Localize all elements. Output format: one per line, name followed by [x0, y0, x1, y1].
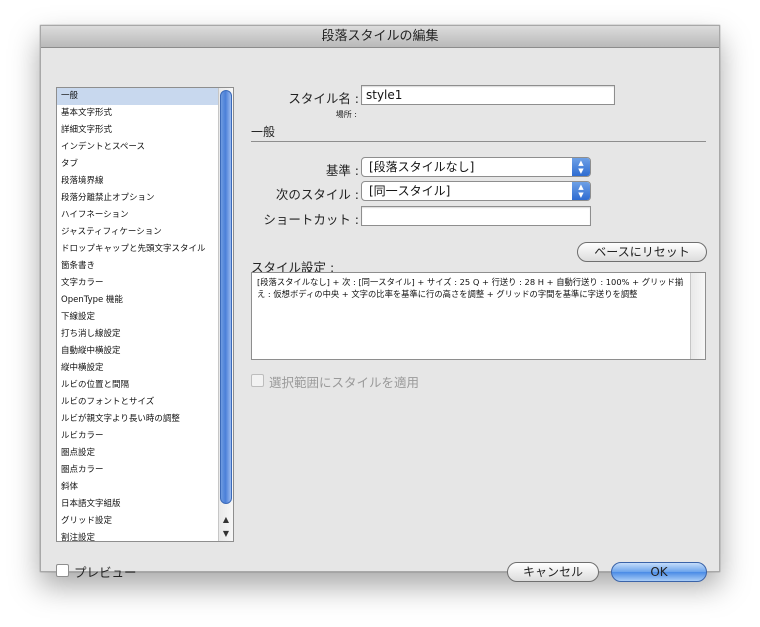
based-on-value: [段落スタイルなし]: [369, 160, 475, 174]
based-on-label: 基準 :: [325, 163, 359, 178]
sidebar-item[interactable]: タブ: [57, 156, 220, 173]
sidebar-item[interactable]: 箇条書き: [57, 258, 220, 275]
ok-button[interactable]: OK: [611, 562, 707, 582]
settings-scrollbar[interactable]: [690, 273, 705, 359]
location-label: 場所 :: [335, 110, 357, 119]
shortcut-input[interactable]: [361, 206, 591, 226]
edit-paragraph-style-dialog: 段落スタイルの編集 一般 基本文字形式 詳細文字形式 インデントとスペース タブ 段落境界…: [40, 25, 720, 582]
sidebar-item[interactable]: ルビが親文字より長い時の調整: [57, 411, 220, 428]
sidebar-item[interactable]: ジャスティフィケーション: [57, 224, 220, 241]
sidebar-item[interactable]: 一般: [57, 88, 220, 105]
preview-checkbox[interactable]: [56, 564, 69, 577]
sidebar-item[interactable]: 打ち消し線設定: [57, 326, 220, 343]
style-settings-box: [段落スタイルなし] + 次 : [同一スタイル] + サイズ : 25 Q +…: [251, 272, 706, 360]
based-on-select[interactable]: [段落スタイルなし] ▲ ▼: [361, 157, 591, 177]
sidebar-item[interactable]: 圏点設定: [57, 445, 220, 462]
sidebar-item[interactable]: 文字カラー: [57, 275, 220, 292]
category-scrollbar[interactable]: ▲ ▼: [218, 88, 233, 541]
sidebar-item[interactable]: 段落境界線: [57, 173, 220, 190]
shortcut-label: ショートカット :: [263, 212, 359, 227]
sidebar-item[interactable]: 縦中横設定: [57, 360, 220, 377]
dialog-content: 一般 基本文字形式 詳細文字形式 インデントとスペース タブ 段落境界線 段落分離禁止オプシ…: [41, 48, 719, 582]
sidebar-item[interactable]: ルビのフォントとサイズ: [57, 394, 220, 411]
apply-to-selection-label: 選択範囲にスタイルを適用: [269, 375, 420, 390]
sidebar-item[interactable]: 基本文字形式: [57, 105, 220, 122]
sidebar-item[interactable]: 圏点カラー: [57, 462, 220, 479]
sidebar-item[interactable]: 日本語文字組版: [57, 496, 220, 513]
sidebar-item[interactable]: 割注設定: [57, 530, 220, 541]
style-name-input[interactable]: style1: [361, 85, 615, 105]
section-divider: [251, 141, 706, 142]
sidebar-item[interactable]: OpenType 機能: [57, 292, 220, 309]
next-style-value: [同一スタイル]: [369, 184, 451, 198]
section-heading: 一般: [251, 125, 276, 139]
reset-to-base-button[interactable]: ベースにリセット: [577, 242, 707, 262]
scroll-thumb[interactable]: [220, 90, 232, 504]
sidebar-item[interactable]: 斜体: [57, 479, 220, 496]
down-arrow-icon[interactable]: ▼: [219, 527, 233, 541]
sidebar-item[interactable]: ドロップキャップと先頭文字スタイル: [57, 241, 220, 258]
window-title: 段落スタイルの編集: [41, 26, 719, 48]
style-name-label: スタイル名 :: [288, 91, 359, 106]
cancel-button[interactable]: キャンセル: [507, 562, 599, 582]
category-list-items: 一般 基本文字形式 詳細文字形式 インデントとスペース タブ 段落境界線 段落分離禁止オプシ…: [57, 88, 220, 541]
up-arrow-icon[interactable]: ▲: [219, 513, 233, 527]
next-style-select[interactable]: [同一スタイル] ▲ ▼: [361, 181, 591, 201]
sidebar-item[interactable]: インデントとスペース: [57, 139, 220, 156]
sidebar-item[interactable]: 詳細文字形式: [57, 122, 220, 139]
category-list[interactable]: 一般 基本文字形式 詳細文字形式 インデントとスペース タブ 段落境界線 段落分離禁止オプシ…: [56, 87, 234, 542]
sidebar-item[interactable]: グリッド設定: [57, 513, 220, 530]
sidebar-item[interactable]: ハイフネーション: [57, 207, 220, 224]
sidebar-item[interactable]: 下線設定: [57, 309, 220, 326]
updown-arrows-icon: ▲ ▼: [572, 182, 590, 200]
sidebar-item[interactable]: 自動縦中横設定: [57, 343, 220, 360]
updown-arrows-icon: ▲ ▼: [572, 158, 590, 176]
next-style-label: 次のスタイル :: [275, 187, 359, 202]
sidebar-item[interactable]: ルビカラー: [57, 428, 220, 445]
style-settings-text: [段落スタイルなし] + 次 : [同一スタイル] + サイズ : 25 Q +…: [257, 277, 684, 299]
apply-to-selection-checkbox[interactable]: [251, 374, 264, 387]
preview-label: プレビュー: [74, 565, 137, 580]
sidebar-item[interactable]: 段落分離禁止オプション: [57, 190, 220, 207]
sidebar-item[interactable]: ルビの位置と間隔: [57, 377, 220, 394]
